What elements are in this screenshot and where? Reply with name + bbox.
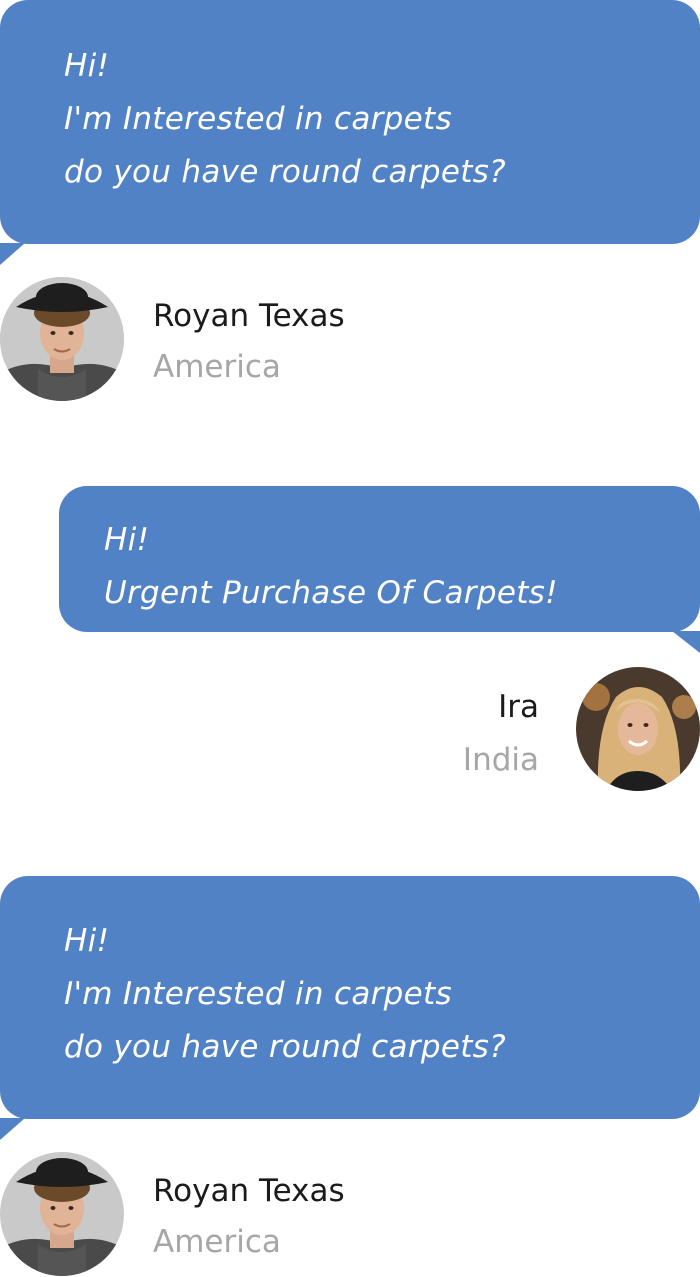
avatar[interactable] xyxy=(0,1152,124,1276)
sender-location: America xyxy=(153,349,281,385)
bubble-tail xyxy=(0,1118,25,1140)
message-line: do you have round carpets? xyxy=(64,154,506,190)
bubble-tail xyxy=(0,243,25,265)
avatar[interactable] xyxy=(576,667,700,791)
message-text: Hi! Urgent Purchase Of Carpets! xyxy=(104,514,700,620)
message-bubble[interactable]: Hi! Urgent Purchase Of Carpets! xyxy=(59,486,700,632)
message-line: I'm Interested in carpets xyxy=(64,101,452,137)
message-line: Urgent Purchase Of Carpets! xyxy=(104,575,558,611)
message-line: Hi! xyxy=(104,522,150,558)
sender-location: India xyxy=(462,742,539,778)
message-text: Hi! I'm Interested in carpets do you hav… xyxy=(64,40,700,199)
message-text: Hi! I'm Interested in carpets do you hav… xyxy=(64,915,700,1074)
message-line: Hi! xyxy=(64,48,110,84)
message-line: do you have round carpets? xyxy=(64,1029,506,1065)
bubble-tail xyxy=(672,631,700,653)
sender-name: Royan Texas xyxy=(153,298,345,334)
young-man-with-hat-icon xyxy=(0,1152,124,1276)
avatar[interactable] xyxy=(0,277,124,401)
message-bubble[interactable]: Hi! I'm Interested in carpets do you hav… xyxy=(0,876,700,1119)
young-man-with-hat-icon xyxy=(0,277,124,401)
sender-name: Ira xyxy=(498,689,539,725)
message-bubble[interactable]: Hi! I'm Interested in carpets do you hav… xyxy=(0,0,700,244)
message-line: Hi! xyxy=(64,923,110,959)
sender-location: America xyxy=(153,1224,281,1260)
blonde-woman-icon xyxy=(576,667,700,791)
sender-name: Royan Texas xyxy=(153,1173,345,1209)
message-line: I'm Interested in carpets xyxy=(64,976,452,1012)
